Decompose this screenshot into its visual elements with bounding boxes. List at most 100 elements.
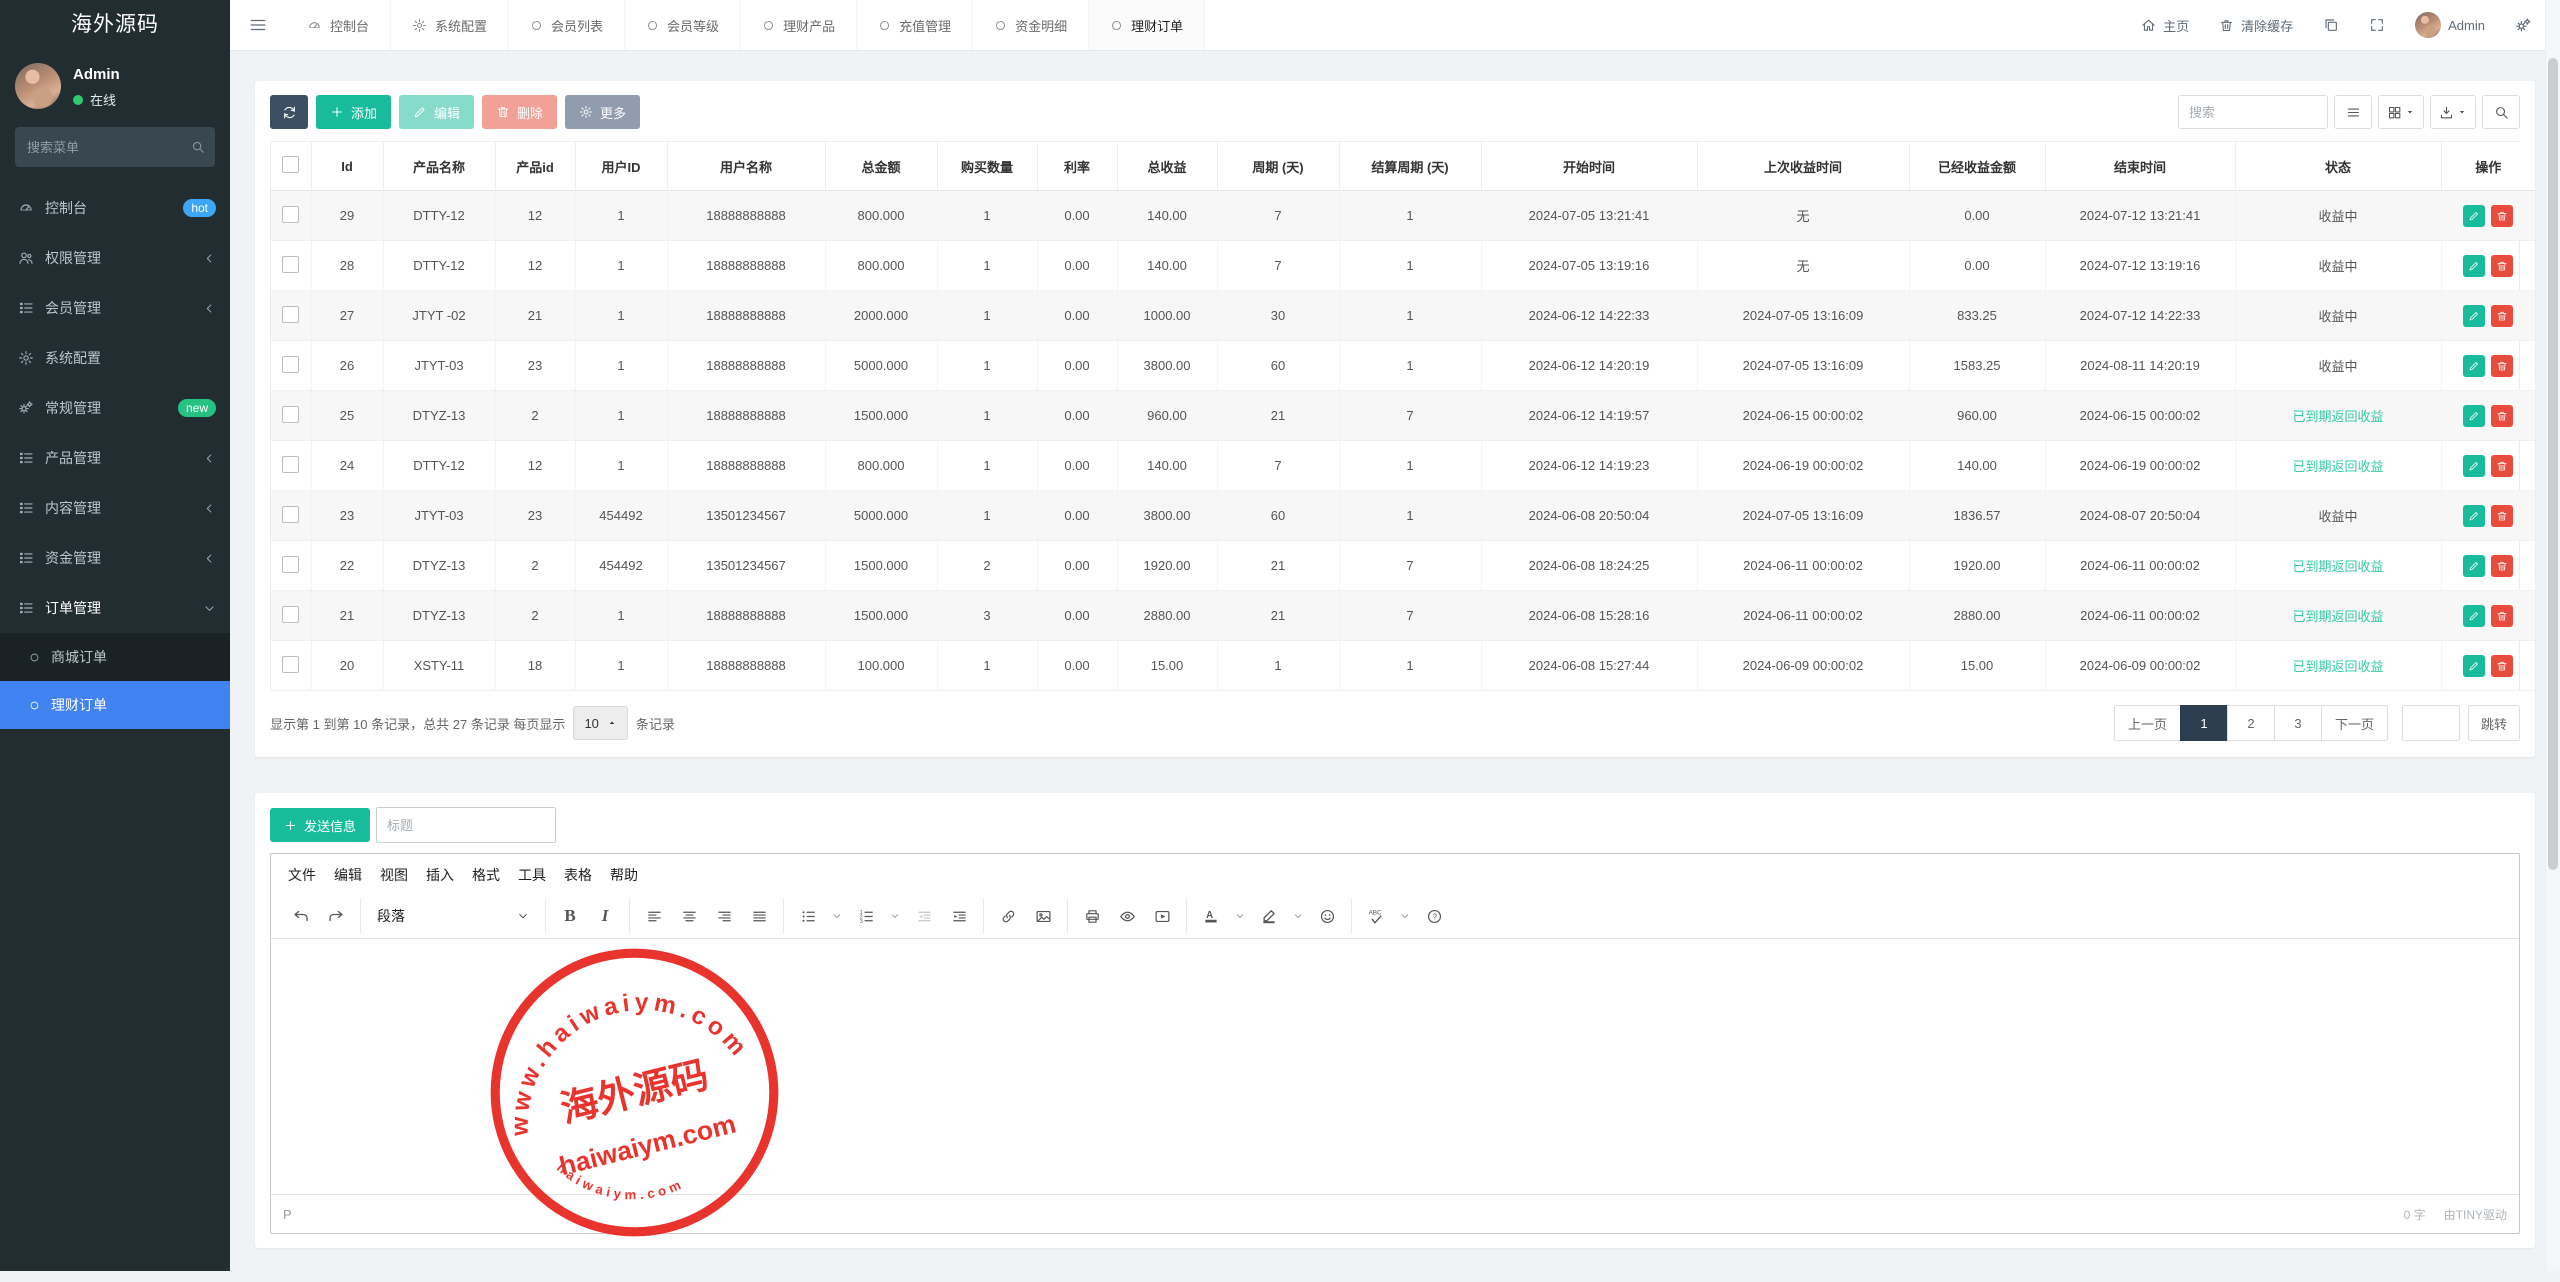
editor-menu-view[interactable]: 视图	[371, 859, 417, 891]
edit-row-button[interactable]	[2463, 205, 2485, 227]
delete-row-button[interactable]	[2491, 505, 2513, 527]
delete-row-button[interactable]	[2491, 405, 2513, 427]
nav-tab-0[interactable]: 控制台	[286, 0, 391, 50]
row-checkbox[interactable]	[282, 356, 299, 373]
jump-button[interactable]: 跳转	[2468, 705, 2520, 741]
search-toggle-button[interactable]	[2482, 95, 2520, 129]
row-checkbox[interactable]	[282, 206, 299, 223]
row-checkbox[interactable]	[282, 656, 299, 673]
link-button[interactable]	[991, 899, 1025, 933]
nav-tab-7[interactable]: 理财订单	[1089, 0, 1205, 50]
print-button[interactable]	[1075, 899, 1109, 933]
docs-button[interactable]	[2323, 17, 2339, 33]
row-checkbox[interactable]	[282, 456, 299, 473]
sidebar-item-7[interactable]: 资金管理	[0, 533, 230, 583]
delete-row-button[interactable]	[2491, 605, 2513, 627]
editor-menu-table[interactable]: 表格	[555, 859, 601, 891]
edit-row-button[interactable]	[2463, 555, 2485, 577]
page-button-3[interactable]: 3	[2274, 705, 2322, 741]
outdent-button[interactable]	[907, 899, 941, 933]
clear-cache-button[interactable]: 清除缓存	[2219, 16, 2293, 35]
edit-row-button[interactable]	[2463, 605, 2485, 627]
delete-row-button[interactable]	[2491, 255, 2513, 277]
sidebar-toggle-button[interactable]	[230, 16, 286, 34]
sidebar-item-8[interactable]: 订单管理	[0, 583, 230, 633]
emoji-button[interactable]	[1310, 899, 1344, 933]
edit-button[interactable]: 编辑	[399, 95, 474, 129]
sidebar-search-input[interactable]	[15, 127, 215, 167]
align-center-button[interactable]	[672, 899, 706, 933]
user-menu[interactable]: Admin	[2415, 12, 2485, 38]
editor-menu-format[interactable]: 格式	[463, 859, 509, 891]
nav-tab-5[interactable]: 充值管理	[857, 0, 973, 50]
numbered-list-button[interactable]: 123	[849, 899, 883, 933]
sidebar-item-4[interactable]: 常规管理new	[0, 383, 230, 433]
delete-row-button[interactable]	[2491, 205, 2513, 227]
edit-row-button[interactable]	[2463, 355, 2485, 377]
prev-page-button[interactable]: 上一页	[2114, 705, 2181, 741]
align-right-button[interactable]	[707, 899, 741, 933]
redo-button[interactable]	[319, 899, 353, 933]
page-scrollbar[interactable]	[2545, 0, 2560, 1271]
delete-row-button[interactable]	[2491, 455, 2513, 477]
media-button[interactable]	[1145, 899, 1179, 933]
columns-button[interactable]	[2378, 95, 2424, 129]
delete-row-button[interactable]	[2491, 355, 2513, 377]
row-checkbox[interactable]	[282, 306, 299, 323]
settings-button[interactable]	[2515, 17, 2532, 34]
delete-row-button[interactable]	[2491, 305, 2513, 327]
nav-tab-2[interactable]: 会员列表	[509, 0, 625, 50]
delete-button[interactable]: 删除	[482, 95, 557, 129]
nav-tab-6[interactable]: 资金明细	[973, 0, 1089, 50]
fullscreen-button[interactable]	[2369, 17, 2385, 33]
delete-row-button[interactable]	[2491, 555, 2513, 577]
sidebar-item-6[interactable]: 内容管理	[0, 483, 230, 533]
send-message-button[interactable]: 发送信息	[270, 808, 370, 842]
bold-button[interactable]: B	[553, 899, 587, 933]
edit-row-button[interactable]	[2463, 505, 2485, 527]
editor-menu-insert[interactable]: 插入	[417, 859, 463, 891]
italic-button[interactable]: I	[588, 899, 622, 933]
sidebar-item-3[interactable]: 系统配置	[0, 333, 230, 383]
image-button[interactable]	[1026, 899, 1060, 933]
editor-menu-help[interactable]: 帮助	[601, 859, 647, 891]
editor-menu-edit[interactable]: 编辑	[325, 859, 371, 891]
page-button-2[interactable]: 2	[2227, 705, 2275, 741]
sidebar-subitem-0[interactable]: 商城订单	[0, 633, 230, 681]
export-button[interactable]	[2430, 95, 2476, 129]
help-button[interactable]: ?	[1417, 899, 1451, 933]
next-page-button[interactable]: 下一页	[2321, 705, 2388, 741]
text-color-button[interactable]: A	[1194, 899, 1228, 933]
message-title-input[interactable]	[376, 807, 556, 843]
row-checkbox[interactable]	[282, 506, 299, 523]
sidebar-item-5[interactable]: 产品管理	[0, 433, 230, 483]
paragraph-format-select[interactable]: 段落	[368, 899, 538, 933]
nav-tab-3[interactable]: 会员等级	[625, 0, 741, 50]
scrollbar-thumb[interactable]	[2548, 58, 2558, 870]
sidebar-item-2[interactable]: 会员管理	[0, 283, 230, 333]
editor-menu-tools[interactable]: 工具	[509, 859, 555, 891]
indent-button[interactable]	[942, 899, 976, 933]
page-size-select[interactable]: 10	[573, 706, 627, 740]
more-button[interactable]: 更多	[565, 95, 640, 129]
text-color-caret[interactable]	[1229, 899, 1251, 933]
preview-button[interactable]	[1110, 899, 1144, 933]
jump-input[interactable]	[2402, 705, 2460, 741]
refresh-button[interactable]	[270, 95, 308, 129]
sidebar-item-0[interactable]: 控制台hot	[0, 183, 230, 233]
table-search-input[interactable]	[2178, 95, 2328, 129]
editor-menu-file[interactable]: 文件	[279, 859, 325, 891]
align-justify-button[interactable]	[742, 899, 776, 933]
bullet-list-caret[interactable]	[826, 899, 848, 933]
home-link[interactable]: 主页	[2141, 16, 2189, 35]
nav-tab-4[interactable]: 理财产品	[741, 0, 857, 50]
numbered-list-caret[interactable]	[884, 899, 906, 933]
page-button-1[interactable]: 1	[2180, 705, 2228, 741]
spellcheck-button[interactable]: ABC	[1359, 899, 1393, 933]
bullet-list-button[interactable]	[791, 899, 825, 933]
highlight-color-caret[interactable]	[1287, 899, 1309, 933]
add-button[interactable]: 添加	[316, 95, 391, 129]
toggle-view-button[interactable]	[2334, 95, 2372, 129]
align-left-button[interactable]	[637, 899, 671, 933]
row-checkbox[interactable]	[282, 256, 299, 273]
